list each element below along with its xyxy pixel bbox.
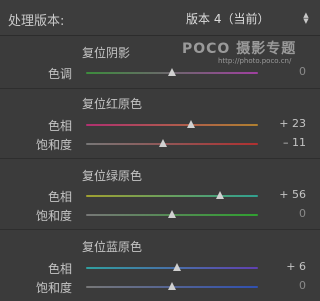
slider-row-hue: 色相 + 23	[0, 115, 320, 135]
section-blue-primary: 复位蓝原色 色相 + 6 饱和度 0	[0, 230, 320, 301]
slider-thumb[interactable]	[216, 191, 225, 199]
slider-value[interactable]: 0	[299, 65, 306, 78]
reset-shadows-title[interactable]: 复位阴影	[82, 44, 130, 61]
slider-value[interactable]: + 56	[279, 188, 306, 201]
slider-label: 色相	[47, 262, 72, 276]
select-updown-icon[interactable]: ▲ ▼	[302, 12, 310, 25]
slider-row-hue: 色相 + 6	[0, 258, 320, 278]
process-version-label: 处理版本:	[8, 14, 65, 29]
slider-label: 色相	[47, 190, 72, 204]
reset-blue-primary-title[interactable]: 复位蓝原色	[82, 238, 142, 255]
slider-label: 色调	[47, 67, 72, 81]
slider-value[interactable]: 0	[299, 207, 306, 220]
process-version-select[interactable]: 版本 4（当前）	[186, 10, 269, 27]
slider-value[interactable]: – 11	[283, 136, 306, 149]
section-green-primary: 复位绿原色 色相 + 56 饱和度 0	[0, 159, 320, 229]
process-version-header: 处理版本: 版本 4（当前） ▲ ▼	[0, 0, 320, 36]
slider-value[interactable]: 0	[299, 279, 306, 292]
reset-green-primary-title[interactable]: 复位绿原色	[82, 167, 142, 184]
reset-red-primary-title[interactable]: 复位红原色	[82, 95, 142, 112]
slider-thumb[interactable]	[186, 120, 195, 128]
slider-track[interactable]	[86, 263, 258, 271]
slider-track[interactable]	[86, 68, 258, 76]
slider-track[interactable]	[86, 282, 258, 290]
slider-track[interactable]	[86, 139, 258, 147]
slider-row-tint: 色调 0	[0, 63, 320, 83]
slider-thumb[interactable]	[168, 282, 176, 290]
slider-thumb[interactable]	[159, 139, 168, 147]
slider-value[interactable]: + 23	[279, 117, 306, 130]
slider-track[interactable]	[86, 120, 258, 128]
slider-thumb[interactable]	[168, 68, 176, 76]
slider-track[interactable]	[86, 191, 258, 199]
slider-row-saturation: 饱和度 0	[0, 205, 320, 225]
slider-label: 色相	[47, 119, 72, 133]
slider-row-saturation: 饱和度 0	[0, 277, 320, 297]
slider-label: 饱和度	[35, 209, 72, 223]
slider-label: 饱和度	[35, 138, 72, 152]
slider-row-saturation: 饱和度 – 11	[0, 134, 320, 154]
slider-row-hue: 色相 + 56	[0, 186, 320, 206]
section-red-primary: 复位红原色 色相 + 23 饱和度 – 11	[0, 89, 320, 158]
slider-track[interactable]	[86, 210, 258, 218]
slider-thumb[interactable]	[173, 263, 182, 271]
slider-value[interactable]: + 6	[286, 260, 306, 273]
section-shadows: 复位阴影 色调 0	[0, 36, 320, 88]
slider-label: 饱和度	[35, 281, 72, 295]
slider-thumb[interactable]	[168, 210, 176, 218]
